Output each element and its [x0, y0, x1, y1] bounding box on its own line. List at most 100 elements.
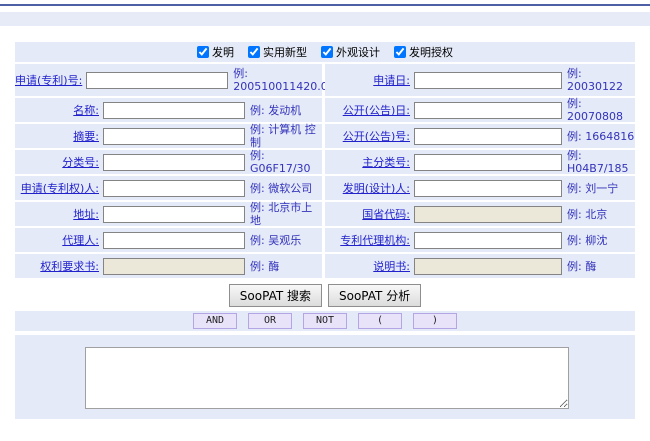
classification-label-link[interactable]: 分类号:	[62, 156, 99, 169]
description-input	[414, 258, 562, 275]
soopat-analyze-button[interactable]: SooPAT 分析	[328, 284, 421, 307]
form-row: 权利要求书: 例: 酶 说明书: 例: 酶	[15, 254, 635, 278]
application-number-label-link[interactable]: 申请(专利)号:	[15, 74, 82, 87]
field-example: 例: 发动机	[250, 104, 322, 117]
not-operator-button[interactable]: NOT	[303, 313, 347, 329]
example-value: 刘一宁	[585, 182, 618, 195]
example-value: 1664816	[585, 130, 634, 143]
application-date-label-link[interactable]: 申请日:	[373, 74, 410, 87]
and-operator-button[interactable]: AND	[193, 313, 237, 329]
agent-label-link[interactable]: 代理人:	[62, 234, 99, 247]
field-label: 摘要:	[15, 128, 99, 144]
field-label: 说明书:	[325, 258, 410, 274]
province-code-label-link[interactable]: 国省代码:	[362, 208, 410, 221]
address-label-link[interactable]: 地址:	[73, 208, 99, 221]
agency-input[interactable]	[414, 232, 562, 249]
example-value: 20070808	[567, 110, 623, 123]
invention-checkbox[interactable]	[197, 46, 209, 58]
field-example: 例: 酶	[567, 260, 635, 273]
patent-type-row: 发明 实用新型 外观设计 发明授权	[15, 42, 635, 62]
main-classification-label-link[interactable]: 主分类号:	[362, 156, 410, 169]
agency-label-link[interactable]: 专利代理机构:	[340, 234, 410, 247]
checkbox-label: 发明	[212, 44, 234, 60]
field-example: 例: 200510011420.0	[233, 67, 327, 93]
main-classification-input[interactable]	[414, 154, 562, 171]
form-row: 名称: 例: 发动机 公开(公告)日: 例: 20070808	[15, 98, 635, 122]
publication-date-label-link[interactable]: 公开(公告)日:	[343, 104, 410, 117]
example-prefix: 例:	[250, 182, 265, 195]
checkbox-invention-grant[interactable]: 发明授权	[394, 44, 453, 60]
inventor-input[interactable]	[414, 180, 562, 197]
form-cell-publication-date: 公开(公告)日: 例: 20070808	[325, 98, 635, 122]
example-prefix: 例:	[567, 130, 582, 143]
field-label: 发明(设计)人:	[325, 180, 410, 196]
field-example: 例: 柳沈	[567, 234, 635, 247]
example-prefix: 例:	[567, 97, 582, 110]
address-input[interactable]	[103, 206, 245, 223]
design-checkbox[interactable]	[321, 46, 333, 58]
form-cell-applicant: 申请(专利权)人: 例: 微软公司	[15, 176, 322, 200]
claims-input	[103, 258, 245, 275]
form-row: 申请(专利权)人: 例: 微软公司 发明(设计)人: 例: 刘一宁	[15, 176, 635, 200]
form-cell-address: 地址: 例: 北京市上地	[15, 202, 322, 226]
example-prefix: 例:	[567, 234, 582, 247]
inventor-label-link[interactable]: 发明(设计)人:	[343, 182, 410, 195]
utility-model-checkbox[interactable]	[248, 46, 260, 58]
example-prefix: 例:	[250, 104, 265, 117]
field-example: 例: 北京市上地	[250, 201, 322, 227]
checkbox-invention[interactable]: 发明	[197, 44, 234, 60]
application-date-input[interactable]	[414, 72, 562, 89]
operator-button-row: AND OR NOT ( )	[15, 311, 635, 331]
example-value: H04B7/185	[567, 162, 629, 175]
form-cell-publication-number: 公开(公告)号: 例: 1664816	[325, 124, 635, 148]
example-value: 柳沈	[585, 234, 607, 247]
field-label: 主分类号:	[325, 154, 410, 170]
application-number-input[interactable]	[86, 72, 228, 89]
example-prefix: 例:	[233, 67, 248, 80]
applicant-label-link[interactable]: 申请(专利权)人:	[21, 182, 99, 195]
claims-label-link[interactable]: 权利要求书:	[40, 260, 99, 273]
field-label: 公开(公告)号:	[325, 128, 410, 144]
field-example: 例: 1664816	[567, 130, 635, 143]
publication-number-input[interactable]	[414, 128, 562, 145]
open-paren-button[interactable]: (	[358, 313, 402, 329]
field-label: 公开(公告)日:	[325, 102, 410, 118]
search-expression-textarea[interactable]	[85, 347, 569, 409]
or-operator-button[interactable]: OR	[248, 313, 292, 329]
example-value: G06F17/30	[250, 162, 311, 175]
form-cell-abstract: 摘要: 例: 计算机 控制	[15, 124, 322, 148]
example-value: 200510011420.0	[233, 80, 327, 93]
example-value: 发动机	[268, 104, 301, 117]
soopat-search-button[interactable]: SooPAT 搜索	[229, 284, 322, 307]
form-row: 地址: 例: 北京市上地 国省代码: 例: 北京	[15, 202, 635, 226]
example-prefix: 例:	[250, 234, 265, 247]
invention-grant-checkbox[interactable]	[394, 46, 406, 58]
publication-number-label-link[interactable]: 公开(公告)号:	[343, 130, 410, 143]
checkbox-utility-model[interactable]: 实用新型	[248, 44, 307, 60]
example-value: 微软公司	[268, 182, 312, 195]
applicant-input[interactable]	[103, 180, 245, 197]
province-code-input	[414, 206, 562, 223]
agent-input[interactable]	[103, 232, 245, 249]
form-cell-agency: 专利代理机构: 例: 柳沈	[325, 228, 635, 252]
field-label: 地址:	[15, 206, 99, 222]
close-paren-button[interactable]: )	[413, 313, 457, 329]
abstract-input[interactable]	[103, 128, 245, 145]
checkbox-design[interactable]: 外观设计	[321, 44, 380, 60]
title-label-link[interactable]: 名称:	[73, 104, 99, 117]
field-label: 分类号:	[15, 154, 99, 170]
publication-date-input[interactable]	[414, 102, 562, 119]
example-value: 吴观乐	[268, 234, 301, 247]
description-label-link[interactable]: 说明书:	[373, 260, 410, 273]
checkbox-label: 实用新型	[263, 44, 307, 60]
classification-input[interactable]	[103, 154, 245, 171]
title-input[interactable]	[103, 102, 245, 119]
abstract-label-link[interactable]: 摘要:	[73, 130, 99, 143]
form-cell-claims: 权利要求书: 例: 酶	[15, 254, 322, 278]
form-cell-agent: 代理人: 例: 吴观乐	[15, 228, 322, 252]
field-example: 例: 吴观乐	[250, 234, 322, 247]
checkbox-label: 外观设计	[336, 44, 380, 60]
example-value: 北京	[585, 208, 607, 221]
field-example: 例: 20030122	[567, 67, 635, 93]
field-example: 例: 20070808	[567, 97, 635, 123]
